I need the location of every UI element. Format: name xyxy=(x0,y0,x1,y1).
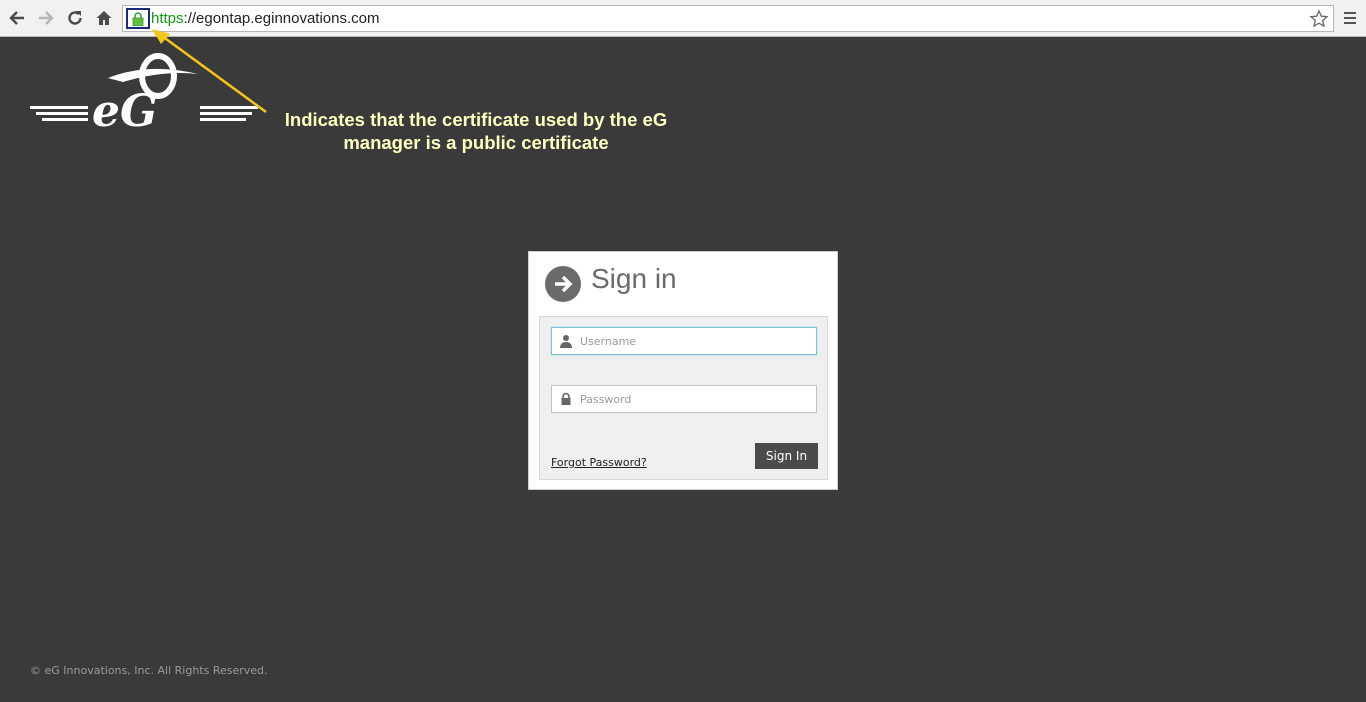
password-field[interactable] xyxy=(551,385,817,413)
signin-button[interactable]: Sign In xyxy=(755,443,818,469)
forgot-password-link[interactable]: Forgot Password? xyxy=(551,456,647,469)
home-icon xyxy=(96,11,112,25)
lock-icon xyxy=(132,11,144,26)
url-host: ://egontap.eginnovations.com xyxy=(183,10,380,27)
copyright-footer: © eG Innovations, Inc. All Rights Reserv… xyxy=(30,664,268,677)
annotation-line-2: manager is a public certificate xyxy=(343,132,609,153)
annotation-text: Indicates that the certificate used by t… xyxy=(270,108,682,154)
username-input[interactable] xyxy=(580,331,812,351)
address-bar[interactable]: https://egontap.eginnovations.com xyxy=(122,5,1334,32)
url-scheme: https xyxy=(151,10,184,27)
forward-button[interactable] xyxy=(34,6,58,30)
home-button[interactable] xyxy=(92,6,116,30)
reload-button[interactable] xyxy=(63,6,87,30)
signin-title: Sign in xyxy=(591,263,677,294)
user-icon xyxy=(560,335,572,348)
security-indicator[interactable] xyxy=(126,8,150,29)
url-text[interactable]: https://egontap.eginnovations.com xyxy=(151,10,380,27)
reload-icon xyxy=(68,11,82,25)
eg-logo: eG xyxy=(30,53,258,132)
browser-menu-button[interactable] xyxy=(1338,6,1362,30)
lock-icon xyxy=(561,392,571,405)
back-button[interactable] xyxy=(5,6,29,30)
browser-toolbar: https://egontap.eginnovations.com xyxy=(0,0,1366,37)
bookmark-star-icon[interactable] xyxy=(1309,9,1329,29)
signin-form: Forgot Password? Sign In xyxy=(539,316,828,480)
arrow-left-icon xyxy=(9,11,24,25)
username-field[interactable] xyxy=(551,327,817,355)
password-input[interactable] xyxy=(580,389,812,409)
menu-icon xyxy=(1344,12,1356,14)
arrow-right-icon xyxy=(39,11,54,25)
signin-panel: Sign in Forgot Password? Sign In xyxy=(528,251,838,490)
arrow-circle-right-icon xyxy=(545,266,581,302)
annotation-line-1: Indicates that the certificate used by t… xyxy=(284,109,668,130)
